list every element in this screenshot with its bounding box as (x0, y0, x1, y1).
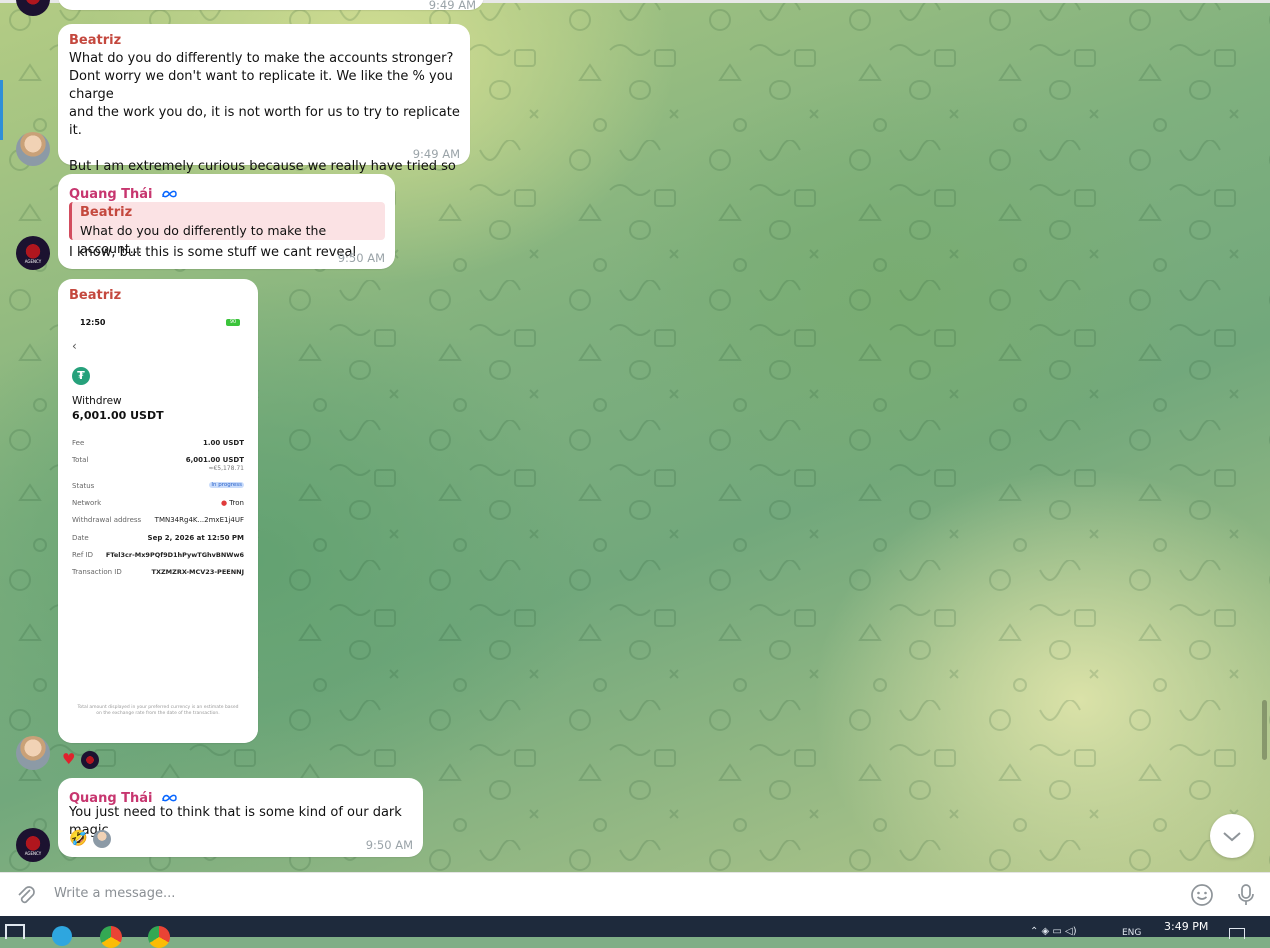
reactor-avatar (92, 829, 111, 848)
footnote: Total amount displayed in your preferred… (77, 705, 239, 716)
battery-icon: 90 (226, 319, 240, 326)
avatar-quang[interactable]: AGENCY (16, 828, 50, 862)
scroll-to-bottom-button[interactable] (1210, 814, 1254, 858)
emoji-icon[interactable] (1190, 883, 1214, 907)
detail-row: Fee 1.00 USDT (72, 439, 244, 447)
message-line-empty (69, 140, 464, 158)
meta-icon (161, 184, 178, 203)
message-line: Dont worry we don't want to replicate it… (69, 69, 453, 102)
attach-icon[interactable] (14, 884, 36, 906)
chrome-icon[interactable] (148, 926, 170, 948)
row-label: Transaction ID (72, 568, 122, 576)
status-badge: In progress (209, 482, 244, 488)
detail-row: Date Sep 2, 2026 at 12:50 PM (72, 534, 244, 542)
message-time: 9:50 AM (365, 838, 413, 852)
message-time: 9:50 AM (337, 251, 385, 265)
message-text: I know, but this is some stuff we cant r… (69, 245, 357, 260)
message-bubble: Beatriz What do you do differently to ma… (58, 24, 470, 210)
telegram-icon[interactable] (52, 926, 72, 946)
heart-icon[interactable]: ♥ (62, 750, 75, 768)
row-value: 1.00 USDT (202, 439, 244, 447)
message-time: 9:49 AM (412, 147, 460, 161)
detail-row: Network ● Tron (72, 499, 244, 507)
row-label: Fee (72, 439, 85, 447)
sender-name[interactable]: Quang Thái (69, 187, 153, 202)
detail-row: Transaction ID TXZMZRX-MCV23-PEENNJ (72, 568, 244, 576)
message-line: and the work you do, it is not worth for… (69, 105, 460, 138)
row-value: FTel3cr-Mx9PQf9D1hPywTGhvBNWw6 (105, 551, 244, 559)
sender-name[interactable]: Beatriz (69, 288, 121, 303)
message-time: 9:49 AM (428, 0, 476, 12)
detail-row: Total 6,001.00 USDT (72, 456, 244, 464)
avatar-quang[interactable]: AGENCY (16, 236, 50, 270)
message-text: You just need to think that is some kind… (69, 805, 402, 838)
reply-quote[interactable]: Beatriz What do you do differently to ma… (69, 202, 385, 256)
detail-row: Status In progress (72, 482, 244, 490)
row-label: Status (72, 482, 95, 490)
reactor-avatar (80, 750, 99, 769)
reactions[interactable]: 🤣 (69, 828, 111, 848)
row-label: Date (72, 534, 89, 542)
row-label: Withdrawal address (72, 516, 142, 524)
withdrawal-screenshot[interactable]: 12:50 90 ‹ ₮ Withdrew 6,001.00 USDT Fee 1… (58, 309, 258, 743)
row-value: TMN34Rg4K...2mxE1j4UF (154, 516, 244, 524)
message-bubble-partial: 9:49 AM (58, 0, 484, 12)
message-bubble: Quang Thái Beatriz What do you do differ… (58, 174, 395, 269)
windows-taskbar: ⌃ ◈ ▭ ◁) ENG 3:49 PM (0, 916, 1270, 948)
withdraw-amount: 6,001.00 USDT (72, 409, 164, 422)
message-bubble: Quang Thái You just need to think that i… (58, 778, 423, 857)
row-label: Network (72, 499, 102, 507)
row-subvalue: ≈€5,178.71 (208, 465, 244, 472)
system-tray-icons[interactable]: ⌃ ◈ ▭ ◁) (1030, 926, 1077, 937)
scrollbar[interactable] (1262, 700, 1267, 760)
status-time: 12:50 (80, 318, 106, 327)
row-value: Sep 2, 2026 at 12:50 PM (147, 534, 244, 542)
row-value: ● Tron (221, 499, 244, 507)
laughing-emoji-icon[interactable]: 🤣 (69, 829, 88, 847)
avatar-beatriz[interactable] (16, 132, 50, 166)
back-chevron-icon: ‹ (72, 339, 77, 353)
chrome-icon[interactable] (100, 926, 122, 948)
sender-row: Quang Thái (69, 183, 178, 203)
notifications-icon[interactable] (1229, 928, 1245, 939)
tether-icon: ₮ (72, 367, 90, 385)
sender-name[interactable]: Beatriz (69, 33, 121, 48)
row-value: TXZMZRX-MCV23-PEENNJ (151, 568, 244, 576)
detail-row: Withdrawal address TMN34Rg4K...2mxE1j4UF (72, 516, 244, 524)
withdraw-title: Withdrew (72, 395, 122, 407)
row-label: Total (72, 456, 89, 464)
avatar-beatriz[interactable] (16, 736, 50, 770)
clock[interactable]: 3:49 PM (1164, 920, 1208, 933)
chat-selected-indicator (0, 80, 3, 140)
image-message-bubble[interactable]: Beatriz 12:50 90 ‹ ₮ Withdrew 6,001.00 U… (58, 279, 258, 743)
chevron-down-icon (1223, 832, 1241, 842)
message-input[interactable]: Write a message... (54, 886, 175, 901)
tron-icon: ● (220, 499, 228, 507)
reply-sender: Beatriz (80, 205, 133, 220)
message-input-bar: Write a message... (0, 872, 1270, 917)
row-value: 6,001.00 USDT (185, 456, 244, 464)
detail-row: Ref ID FTel3cr-Mx9PQf9D1hPywTGhvBNWw6 (72, 551, 244, 559)
network-name: Tron (229, 499, 244, 507)
row-label: Ref ID (72, 551, 93, 559)
message-line: What do you do differently to make the a… (69, 51, 454, 66)
microphone-icon[interactable] (1236, 883, 1256, 907)
reactions[interactable]: ♥ (62, 749, 99, 769)
